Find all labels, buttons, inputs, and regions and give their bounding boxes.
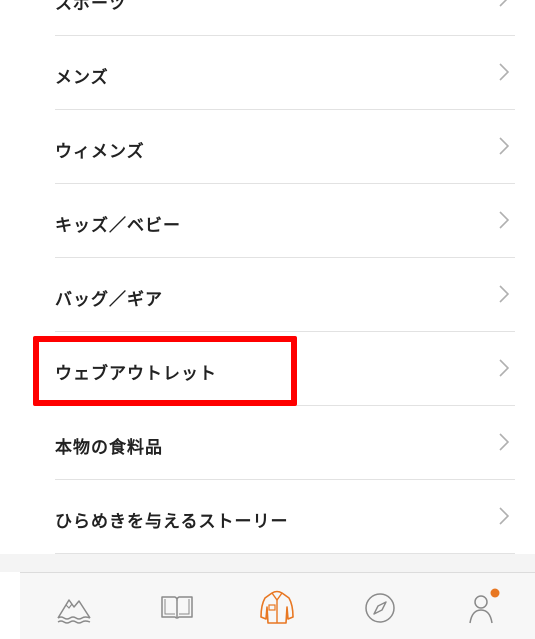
tab-account[interactable] bbox=[462, 585, 506, 629]
menu-item-label: バッグ／ギア bbox=[55, 290, 163, 310]
chevron-right-icon bbox=[499, 0, 508, 7]
menu-item-label: 本物の食料品 bbox=[55, 438, 163, 458]
menu-item-bags-gear[interactable]: バッグ／ギア bbox=[55, 258, 515, 332]
menu-item-kids-baby[interactable]: キッズ／ベビー bbox=[55, 184, 515, 258]
menu-item-label: ひらめきを与えるストーリー bbox=[55, 512, 289, 532]
chevron-right-icon bbox=[499, 137, 509, 155]
tab-explore[interactable] bbox=[52, 585, 96, 629]
chevron-right-icon bbox=[499, 359, 509, 377]
chevron-right-icon bbox=[499, 63, 509, 81]
book-icon bbox=[161, 596, 193, 619]
tab-discover[interactable] bbox=[358, 585, 402, 629]
menu-item-womens[interactable]: ウィメンズ bbox=[55, 110, 515, 184]
bottom-tab-bar bbox=[20, 572, 535, 639]
menu-item-sports[interactable]: スポーツ bbox=[55, 0, 515, 36]
profile-icon bbox=[469, 588, 500, 624]
menu-item-label: スポーツ bbox=[55, 0, 127, 14]
tab-shop[interactable] bbox=[255, 585, 299, 629]
menu-item-real-food[interactable]: 本物の食料品 bbox=[55, 406, 515, 480]
chevron-right-icon bbox=[499, 433, 509, 451]
chevron-right-icon bbox=[499, 211, 509, 229]
compass-icon bbox=[365, 593, 395, 623]
bottom-spacer bbox=[0, 554, 535, 572]
tab-catalog[interactable] bbox=[155, 585, 199, 629]
menu-item-mens[interactable]: メンズ bbox=[55, 36, 515, 110]
notification-badge bbox=[490, 588, 500, 598]
mountain-icon bbox=[57, 599, 91, 624]
jacket-icon bbox=[260, 590, 294, 624]
menu-item-label: メンズ bbox=[55, 68, 109, 88]
menu-item-label: キッズ／ベビー bbox=[55, 216, 181, 236]
menu-item-label: ウィメンズ bbox=[55, 142, 145, 162]
category-menu-list: スポーツ メンズ ウィメンズ キッズ／ベビー バッグ／ギア ウェブアウトレット … bbox=[0, 0, 535, 554]
screen: スポーツ メンズ ウィメンズ キッズ／ベビー バッグ／ギア ウェブアウトレット … bbox=[0, 0, 535, 639]
highlight-box bbox=[33, 336, 297, 406]
menu-item-inspiring-stories[interactable]: ひらめきを与えるストーリー bbox=[55, 480, 515, 554]
chevron-right-icon bbox=[499, 507, 509, 525]
chevron-right-icon bbox=[499, 285, 509, 303]
